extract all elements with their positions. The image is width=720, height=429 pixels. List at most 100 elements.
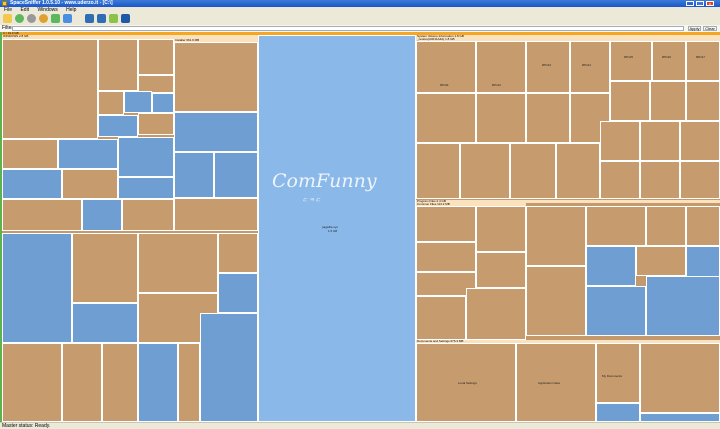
restore-point[interactable] [640, 121, 680, 161]
file-block[interactable] [98, 115, 138, 137]
folder-block[interactable] [416, 206, 476, 242]
file-block[interactable] [200, 313, 258, 422]
restore-point[interactable] [686, 41, 720, 81]
close-button[interactable]: x [706, 1, 714, 6]
folder-block[interactable] [526, 266, 586, 336]
restore-point[interactable] [476, 41, 526, 93]
star-icon[interactable] [109, 14, 118, 23]
folder-block[interactable] [122, 199, 174, 231]
restore-label: RP115 [624, 56, 633, 59]
folder-block[interactable] [636, 246, 686, 276]
file-block[interactable] [214, 152, 258, 198]
folder-block[interactable] [2, 39, 98, 139]
restore-point[interactable] [640, 161, 680, 199]
file-block[interactable] [124, 91, 152, 113]
restore-point[interactable] [610, 41, 652, 81]
file-block[interactable] [174, 112, 258, 152]
restore-point[interactable] [600, 161, 640, 199]
folder-block[interactable] [526, 206, 586, 266]
file-block[interactable] [640, 413, 720, 422]
restore-point[interactable] [460, 143, 510, 199]
file-block[interactable] [586, 246, 636, 286]
app-icon [2, 1, 7, 6]
folder-block[interactable] [596, 343, 640, 403]
apply-button[interactable]: Apply [688, 26, 701, 31]
folder-block[interactable] [646, 206, 686, 246]
folder-block[interactable] [416, 296, 466, 340]
treemap[interactable]: C:\ 19.9 GB WINDOWS 2.8 GB Installer 661… [2, 32, 720, 422]
folder-block[interactable] [178, 343, 200, 422]
restore-point[interactable] [686, 81, 720, 121]
folder-block[interactable] [476, 206, 526, 252]
restore-label: RP116 [662, 56, 671, 59]
folder-block[interactable] [476, 252, 526, 288]
appdata-label: Application Data [538, 382, 560, 385]
settings-icon[interactable] [39, 14, 48, 23]
restore-label: RP111 [440, 84, 449, 87]
restore-point[interactable] [510, 143, 556, 199]
clear-button[interactable]: Clear [703, 26, 717, 31]
folder-block[interactable] [218, 233, 258, 273]
title-bar: SpaceSniffer 1.0.5.10 - www.uderzo.it - … [0, 0, 720, 7]
restore-point[interactable] [526, 93, 570, 143]
folder-block[interactable] [102, 343, 138, 422]
folder-block[interactable] [416, 242, 476, 272]
folder-block[interactable] [138, 39, 174, 75]
folder-block[interactable] [640, 343, 720, 413]
file-block[interactable] [218, 273, 258, 313]
folder-block[interactable] [138, 233, 218, 293]
file-block[interactable] [2, 169, 62, 199]
folder-block[interactable] [62, 343, 102, 422]
restore-point[interactable] [556, 143, 600, 199]
folder-block[interactable] [586, 206, 646, 246]
folder-block[interactable] [2, 343, 62, 422]
file-block[interactable] [596, 403, 640, 422]
file-block[interactable] [118, 177, 174, 199]
file-block[interactable] [2, 233, 72, 343]
file-block[interactable] [174, 152, 214, 198]
folder-block[interactable] [98, 91, 124, 115]
folder-block[interactable] [174, 42, 258, 112]
folder-block[interactable] [72, 233, 138, 303]
restore-point[interactable] [476, 93, 526, 143]
stop-icon[interactable] [27, 14, 36, 23]
restore-point[interactable] [652, 41, 686, 81]
folder-block[interactable] [686, 206, 720, 246]
minimize-button[interactable]: _ [686, 1, 694, 6]
restore-point[interactable] [680, 161, 720, 199]
restore-point[interactable] [526, 41, 570, 93]
restore-point[interactable] [570, 41, 610, 93]
view-icon[interactable] [97, 14, 106, 23]
restore-point[interactable] [600, 121, 640, 161]
file-block[interactable] [138, 343, 178, 422]
map-icon[interactable] [121, 14, 130, 23]
file-block[interactable] [72, 303, 138, 343]
restore-point[interactable] [680, 121, 720, 161]
refresh-icon[interactable] [51, 14, 60, 23]
restore-point[interactable] [650, 81, 686, 121]
maximize-button[interactable]: □ [696, 1, 704, 6]
back-icon[interactable] [15, 14, 24, 23]
file-block[interactable] [58, 139, 118, 169]
filter-input[interactable] [12, 26, 684, 31]
file-block[interactable] [586, 286, 646, 336]
restore-point[interactable] [610, 81, 650, 121]
open-icon[interactable] [3, 14, 12, 23]
folder-block[interactable] [2, 199, 82, 231]
zoom-icon[interactable] [63, 14, 72, 23]
folder-block[interactable] [2, 139, 58, 169]
restore-label: RP117 [696, 56, 705, 59]
file-block[interactable] [118, 137, 174, 177]
window-title: SpaceSniffer 1.0.5.10 - www.uderzo.it - … [10, 0, 113, 6]
file-block[interactable] [82, 199, 122, 231]
disk-icon[interactable] [85, 14, 94, 23]
folder-block[interactable] [62, 169, 118, 199]
file-block[interactable] [152, 93, 174, 113]
folder-block[interactable] [174, 198, 258, 231]
folder-block[interactable] [98, 39, 138, 91]
folder-block[interactable] [138, 113, 174, 135]
file-block[interactable] [646, 276, 720, 336]
restore-point[interactable] [416, 143, 460, 199]
restore-point[interactable] [416, 93, 476, 143]
folder-block[interactable] [466, 288, 526, 340]
